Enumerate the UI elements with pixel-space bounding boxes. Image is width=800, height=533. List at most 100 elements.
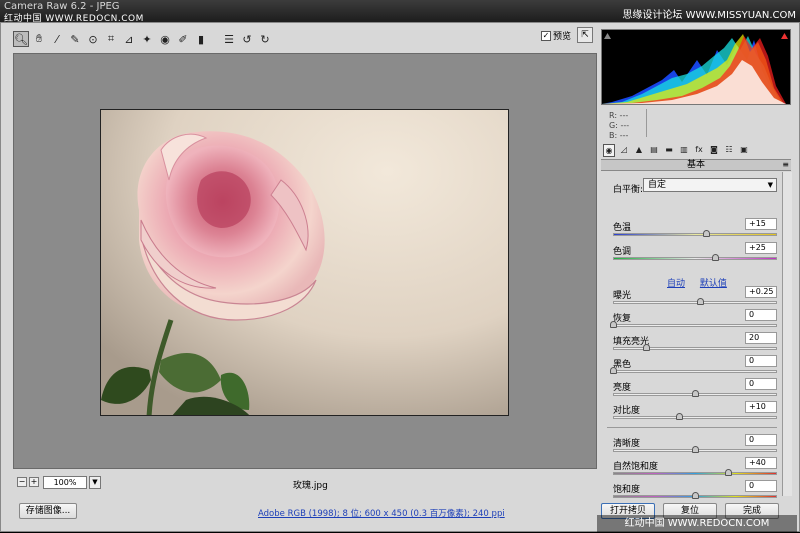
tab-presets[interactable]: ☷ xyxy=(723,144,735,157)
workflow-options-link[interactable]: Adobe RGB (1998); 8 位; 600 x 450 (0.3 百万… xyxy=(258,507,505,519)
white-balance-select[interactable]: 自定 ▼ xyxy=(643,178,777,192)
image-canvas[interactable] xyxy=(13,53,597,469)
clarity-slider[interactable]: 清晰度 0 xyxy=(613,434,777,458)
saturation-value-field[interactable]: 0 xyxy=(745,480,777,492)
red-eye-tool-icon[interactable]: ◉ xyxy=(157,31,173,47)
exposure-thumb[interactable] xyxy=(696,298,704,305)
preferences-icon[interactable]: ☰ xyxy=(221,31,237,47)
tab-detail[interactable]: ▲ xyxy=(633,144,645,157)
panel-scrollbar[interactable] xyxy=(782,172,792,496)
tab-effects[interactable]: fx xyxy=(693,144,705,157)
zoom-out-button[interactable]: − xyxy=(17,477,27,487)
panel-title: 基本 ≡ xyxy=(601,159,791,171)
clarity-label: 清晰度 xyxy=(613,439,641,449)
contrast-thumb[interactable] xyxy=(675,413,683,420)
preview-checkbox[interactable]: ✓ 预览 xyxy=(541,29,571,42)
spot-removal-tool-icon[interactable]: ✦ xyxy=(139,31,155,47)
brightness-slider[interactable]: 亮度 0 xyxy=(613,378,777,402)
crop-tool-icon[interactable]: ⌗ xyxy=(103,31,119,47)
fill-light-track[interactable] xyxy=(613,347,777,350)
contrast-slider[interactable]: 对比度 +10 xyxy=(613,401,777,425)
panel-tabs: ◉ ◿ ▲ ▤ ▬ ▥ fx ◙ ☷ ▣ xyxy=(601,143,791,159)
rose-image xyxy=(101,110,508,415)
tab-split-toning[interactable]: ▬ xyxy=(663,144,675,157)
adjustment-brush-icon[interactable]: ✐ xyxy=(175,31,191,47)
brightness-thumb[interactable] xyxy=(692,390,699,397)
save-image-button[interactable]: 存储图像... xyxy=(19,503,77,519)
clarity-value-field[interactable]: 0 xyxy=(745,434,777,446)
fill-light-slider[interactable]: 填充亮光 20 xyxy=(613,332,777,356)
straighten-tool-icon[interactable]: ⊿ xyxy=(121,31,137,47)
panel-divider xyxy=(607,427,777,428)
presets-icon: ☷ xyxy=(725,145,733,154)
panel-menu-icon[interactable]: ≡ xyxy=(782,160,789,170)
tint-slider[interactable]: 色调 +25 xyxy=(613,242,777,266)
fullscreen-toggle-button[interactable]: ⇱ xyxy=(577,27,593,43)
temperature-track[interactable] xyxy=(613,233,777,236)
blacks-value-field[interactable]: 0 xyxy=(745,355,777,367)
camera-raw-dialog: 🔍︎ ✋︎ ⁄ ✎ ⊙ ⌗ ⊿ ✦ ◉ ✐ ▮ ☰ ↺ ↻ ✓ 预览 ⇱ − +… xyxy=(0,22,800,533)
r-value: R: --- xyxy=(609,111,629,120)
chevron-down-icon: ▼ xyxy=(767,181,773,189)
color-sampler-tool-icon[interactable]: ✎ xyxy=(67,31,83,47)
hand-tool-icon[interactable]: ✋︎ xyxy=(31,31,47,47)
detail-icon: ▲ xyxy=(635,145,643,154)
tint-value-field[interactable]: +25 xyxy=(745,242,777,254)
fill-light-thumb[interactable] xyxy=(642,344,650,351)
temperature-label: 色温 xyxy=(613,223,632,233)
tab-camera-calibration[interactable]: ◙ xyxy=(708,144,720,157)
clarity-thumb[interactable] xyxy=(692,446,699,453)
recovery-thumb[interactable] xyxy=(610,321,617,328)
chevron-down-icon: ▼ xyxy=(92,478,98,486)
vibrance-track[interactable] xyxy=(613,472,777,475)
contrast-value-field[interactable]: +10 xyxy=(745,401,777,413)
temperature-slider[interactable]: 色温 +15 xyxy=(613,218,777,242)
split-toning-icon: ▬ xyxy=(665,145,673,154)
tab-snapshots[interactable]: ▣ xyxy=(738,144,750,157)
hsl-icon: ▤ xyxy=(650,145,658,154)
histogram xyxy=(601,29,791,105)
tab-tone-curve[interactable]: ◿ xyxy=(618,144,630,157)
tab-lens[interactable]: ▥ xyxy=(678,144,690,157)
aperture-icon: ◉ xyxy=(605,146,613,155)
fill-light-value-field[interactable]: 20 xyxy=(745,332,777,344)
exposure-value-field[interactable]: +0.25 xyxy=(745,286,777,298)
tint-thumb[interactable] xyxy=(711,254,719,261)
white-balance-tool-icon[interactable]: ⁄ xyxy=(49,31,65,47)
graduated-filter-icon[interactable]: ▮ xyxy=(193,31,209,47)
rose-photo xyxy=(100,109,509,416)
saturation-label: 饱和度 xyxy=(613,485,641,495)
vibrance-slider[interactable]: 自然饱和度 +40 xyxy=(613,457,777,481)
lens-icon: ▥ xyxy=(680,145,688,154)
exposure-slider[interactable]: 曝光 +0.25 xyxy=(613,286,777,310)
exposure-track[interactable] xyxy=(613,301,777,304)
temperature-value-field[interactable]: +15 xyxy=(745,218,777,230)
g-value: G: --- xyxy=(609,121,630,130)
tint-label: 色调 xyxy=(613,247,632,257)
tab-basic[interactable]: ◉ xyxy=(603,144,615,157)
brightness-value-field[interactable]: 0 xyxy=(745,378,777,390)
rotate-cw-icon[interactable]: ↻ xyxy=(257,31,273,47)
tab-hsl[interactable]: ▤ xyxy=(648,144,660,157)
vibrance-value-field[interactable]: +40 xyxy=(745,457,777,469)
recovery-track[interactable] xyxy=(613,324,777,327)
recovery-slider[interactable]: 恢复 0 xyxy=(610,309,777,333)
blacks-track[interactable] xyxy=(613,370,777,373)
blacks-thumb[interactable] xyxy=(610,367,617,374)
zoom-dropdown-button[interactable]: ▼ xyxy=(89,476,101,489)
recovery-value-field[interactable]: 0 xyxy=(745,309,777,321)
zoom-level-field[interactable]: 100% xyxy=(43,476,87,489)
tint-track[interactable] xyxy=(613,257,777,260)
targeted-adjustment-tool-icon[interactable]: ⊙ xyxy=(85,31,101,47)
temperature-thumb[interactable] xyxy=(703,230,711,237)
preview-check-box[interactable]: ✓ xyxy=(541,30,551,41)
highlight-clipping-warning-icon[interactable] xyxy=(781,32,788,39)
blacks-slider[interactable]: 黑色 0 xyxy=(610,355,777,379)
rotate-ccw-icon[interactable]: ↺ xyxy=(239,31,255,47)
shadow-clipping-warning-icon[interactable] xyxy=(604,32,611,39)
contrast-track[interactable] xyxy=(613,416,777,419)
vibrance-thumb[interactable] xyxy=(724,469,732,476)
watermark-bottom-right: 红动中国 WWW.REDOCN.COM xyxy=(597,515,797,533)
zoom-in-button[interactable]: + xyxy=(29,477,39,487)
zoom-tool-icon[interactable]: 🔍︎ xyxy=(13,31,29,47)
